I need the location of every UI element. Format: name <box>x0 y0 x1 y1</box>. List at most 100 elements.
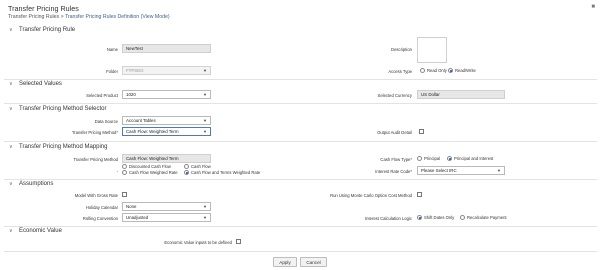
selected-currency-field: US Dollar <box>417 90 505 99</box>
cash-flow-type-principal-interest-radio[interactable]: Principal and Interest <box>447 156 493 161</box>
radio-icon <box>460 215 465 220</box>
section-header-transfer-pricing-rule[interactable]: ∨ Transfer Pricing Rule <box>9 27 75 33</box>
calc-shift-dates-radio[interactable]: Shift Dates Only <box>417 215 454 220</box>
divider <box>4 141 597 142</box>
section-header-method-selector[interactable]: ∨ Transfer Pricing Method Selector <box>9 106 106 112</box>
apply-button[interactable]: Apply <box>273 257 297 267</box>
tp-method-select[interactable]: Cash Flow: Weighted Term ▼ <box>122 127 211 136</box>
divider <box>4 179 597 180</box>
caret-down-icon: ▼ <box>497 168 501 173</box>
divider <box>4 251 597 252</box>
gross-rate-label: Model With Gross Rate <box>74 193 118 198</box>
folder-select[interactable]: FTPSEG ▼ <box>122 66 211 75</box>
cancel-button[interactable]: Cancel <box>300 257 327 267</box>
folder-label: Folder <box>106 69 118 74</box>
rolling-convention-select[interactable]: Unadjusted ▼ <box>122 213 211 222</box>
page-title: Transfer Pricing Rules <box>8 4 79 13</box>
section-title: Assumptions <box>19 181 54 187</box>
section-title: Transfer Pricing Method Mapping <box>19 144 108 150</box>
radio-label: Read Only <box>427 68 447 73</box>
cash-flow-type-label: Cash Flow Type* <box>380 157 412 162</box>
cash-flow-type-principal-radio[interactable]: Principal <box>417 156 440 161</box>
radio-icon <box>122 170 127 175</box>
breadcrumb-root-link[interactable]: Transfer Pricing Rules <box>8 14 59 20</box>
rolling-convention-label: Rolling Convention <box>82 216 118 221</box>
breadcrumb: Transfer Pricing Rules > Transfer Pricin… <box>8 14 170 20</box>
chevron-down-icon: ∨ <box>9 106 13 112</box>
radio-label: Recalculate Payment <box>467 215 507 220</box>
cf-weighted-rate-radio[interactable]: Cash Flow Weighted Rate <box>122 170 178 175</box>
cf-discounted-radio[interactable]: Discounted Cash Flow <box>122 164 171 169</box>
section-header-selected-values[interactable]: ∨ Selected Values <box>9 81 62 87</box>
description-field[interactable] <box>417 37 447 63</box>
divider <box>4 226 597 227</box>
radio-label: Cash Flow and Terms Weighted Rate <box>191 170 261 175</box>
selected-product-label: Selected Product <box>86 93 118 98</box>
monte-carlo-label: Run Using Monte Carlo Option Cost Method <box>330 193 412 198</box>
section-title: Transfer Pricing Method Selector <box>19 106 107 112</box>
radio-selected-icon <box>417 215 422 220</box>
radio-icon <box>184 164 189 169</box>
radio-label: Principal <box>424 156 441 161</box>
output-audit-checkbox[interactable] <box>419 129 424 134</box>
section-title: Economic Value <box>19 228 62 234</box>
mapping-method-label: Transfer Pricing Method <box>73 157 118 162</box>
radio-label: Shift Dates Only <box>424 215 455 220</box>
breadcrumb-separator: > <box>60 14 64 20</box>
section-header-economic-value[interactable]: ∨ Economic Value <box>9 228 62 234</box>
help-icon[interactable]: ■ <box>591 4 595 10</box>
chevron-down-icon: ∨ <box>9 81 13 87</box>
description-label: Description <box>391 47 412 52</box>
section-header-assumptions[interactable]: ∨ Assumptions <box>9 181 53 187</box>
breadcrumb-current: Transfer Pricing Rules Definition (View … <box>64 14 170 20</box>
data-source-select[interactable]: Account Tables ▼ <box>122 116 211 125</box>
irc-label: Interest Rate Code* <box>375 169 412 174</box>
economic-inputs-checkbox[interactable] <box>236 239 241 244</box>
caret-down-icon: ▼ <box>203 204 207 209</box>
radio-icon <box>417 156 422 161</box>
folder-value: FTPSEG <box>126 68 144 73</box>
irc-select[interactable]: Please Select IRC ▼ <box>417 166 505 175</box>
tp-method-value: Cash Flow: Weighted Term <box>126 129 179 134</box>
access-read-write-radio[interactable]: Read/Write <box>448 68 476 73</box>
caret-down-icon: ▼ <box>203 118 207 123</box>
access-read-only-radio[interactable]: Read Only <box>420 68 447 73</box>
caret-down-icon: ▼ <box>203 68 207 73</box>
section-header-method-mapping[interactable]: ∨ Transfer Pricing Method Mapping <box>9 144 108 150</box>
output-audit-label: Output Audit Detail <box>377 130 412 135</box>
selected-product-select[interactable]: 1020 ▼ <box>122 90 211 99</box>
radio-selected-icon <box>184 170 189 175</box>
chevron-down-icon: ∨ <box>9 144 13 150</box>
holiday-calendar-value: None <box>126 204 137 209</box>
divider <box>4 103 597 104</box>
holiday-calendar-select[interactable]: None ▼ <box>122 202 211 211</box>
chevron-down-icon: ∨ <box>9 27 13 33</box>
section-title: Selected Values <box>19 81 62 87</box>
rolling-convention-value: Unadjusted <box>126 215 149 220</box>
economic-inputs-label: Economic Value inputs to be defined <box>164 240 232 245</box>
name-field[interactable]: NewTest <box>122 44 211 53</box>
radio-label: Discounted Cash Flow <box>129 164 171 169</box>
chevron-down-icon: ∨ <box>9 181 13 187</box>
divider <box>4 79 597 80</box>
cf-cash-flow-radio[interactable]: Cash Flow <box>184 164 211 169</box>
mapping-method-field: Cash Flow: Weighted Term <box>122 154 211 163</box>
selected-product-value: 1020 <box>126 92 136 97</box>
access-type-label: Access Type <box>388 69 412 74</box>
name-label: Name <box>106 47 118 52</box>
data-source-value: Account Tables <box>126 118 156 123</box>
caret-down-icon: ▼ <box>203 129 207 134</box>
gross-rate-checkbox[interactable] <box>122 192 127 197</box>
selected-currency-label: Selected Currency <box>377 93 412 98</box>
calc-logic-label: Interest Calculation Logic <box>364 216 412 221</box>
holiday-calendar-label: Holiday Calendar <box>85 205 118 210</box>
data-source-label: Data Source <box>94 119 118 124</box>
tp-method-label: Transfer Pricing Method* <box>71 130 118 135</box>
irc-value: Please Select IRC <box>421 168 457 173</box>
radio-icon <box>122 164 127 169</box>
monte-carlo-checkbox[interactable] <box>417 192 422 197</box>
cf-terms-weighted-rate-radio[interactable]: Cash Flow and Terms Weighted Rate <box>184 170 260 175</box>
mapping-dash: - <box>116 169 118 174</box>
calc-recalculate-radio[interactable]: Recalculate Payment <box>460 215 507 220</box>
radio-selected-icon <box>447 156 452 161</box>
